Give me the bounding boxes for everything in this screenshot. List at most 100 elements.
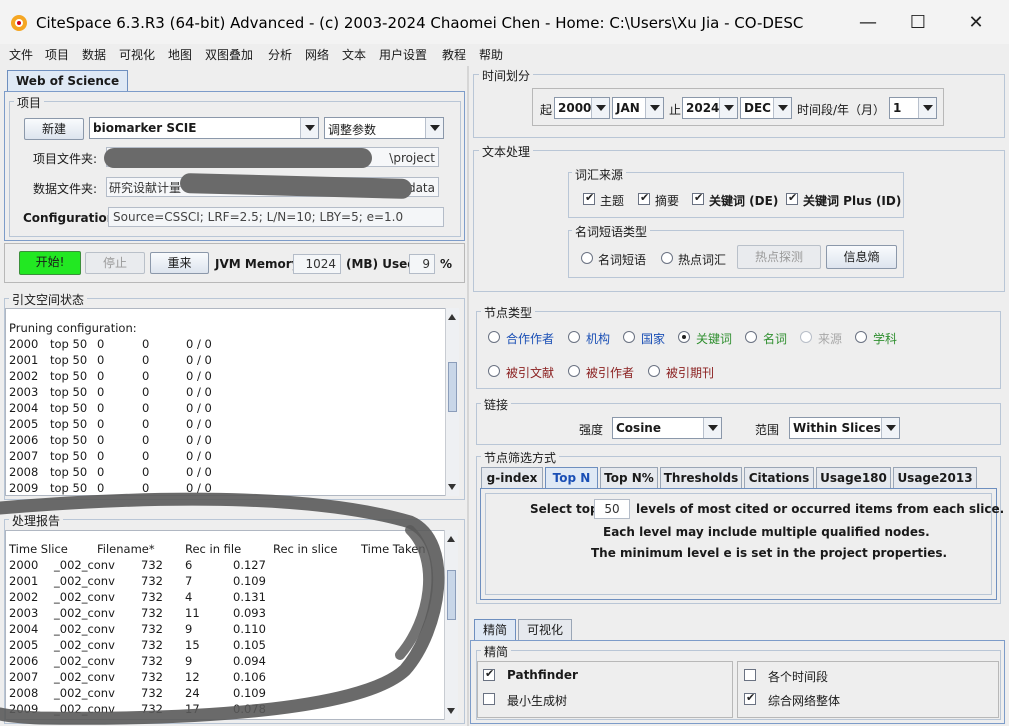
menu-dual-overlay[interactable]: 双图叠加 bbox=[205, 46, 253, 63]
hot-term-radio[interactable] bbox=[661, 252, 673, 264]
time-slicing-title: 时间划分 bbox=[479, 67, 534, 84]
scroll-up-icon[interactable] bbox=[447, 536, 455, 542]
vertical-splitter[interactable] bbox=[467, 66, 469, 726]
selection-tab[interactable]: Usage180 bbox=[816, 467, 891, 489]
term-source-checkbox[interactable] bbox=[786, 191, 798, 205]
reset-button[interactable]: 重来 bbox=[150, 252, 209, 274]
selection-tab[interactable]: Thresholds bbox=[660, 467, 742, 489]
tune-params-select[interactable]: 调整参数 bbox=[324, 117, 444, 139]
menu-data[interactable]: 数据 bbox=[82, 46, 106, 63]
tab-visualization[interactable]: 可视化 bbox=[518, 619, 573, 641]
node-type-radio[interactable] bbox=[488, 365, 500, 377]
pruning-log[interactable]: Pruning configuration: 2000 top 50 0 0 0 / 0… bbox=[5, 308, 450, 496]
node-type-radio[interactable] bbox=[648, 365, 660, 377]
node-type-radio[interactable] bbox=[488, 331, 500, 343]
menu-visualize[interactable]: 可视化 bbox=[119, 46, 155, 63]
pruning-cell: 0 bbox=[142, 465, 150, 479]
configuration-field[interactable]: Source=CSSCI; LRF=2.5; L/N=10; LBY=5; e=… bbox=[108, 207, 444, 227]
term-source-checkbox[interactable] bbox=[583, 191, 595, 205]
term-source-checkbox[interactable] bbox=[692, 191, 704, 205]
pruning-cell: 0 bbox=[97, 337, 105, 351]
strength-select[interactable]: Cosine bbox=[612, 417, 722, 439]
close-button[interactable]: ✕ bbox=[956, 10, 996, 36]
processing-report-log[interactable]: Time Slice Filename* Rec in file Rec in … bbox=[5, 530, 447, 720]
chevron-down-icon bbox=[300, 118, 318, 138]
select-top-input[interactable]: 50 bbox=[594, 499, 630, 519]
menu-user-settings[interactable]: 用户设置 bbox=[379, 46, 427, 63]
node-type-label: 被引期刊 bbox=[666, 366, 715, 380]
report-cell: 2006 bbox=[9, 654, 39, 668]
new-project-button[interactable]: 新建 bbox=[24, 118, 84, 140]
report-log-scrollbar[interactable] bbox=[444, 530, 458, 720]
menu-file[interactable]: 文件 bbox=[9, 46, 33, 63]
scroll-thumb[interactable] bbox=[448, 362, 457, 412]
pruning-cell: 0 bbox=[97, 433, 105, 447]
scroll-down-icon[interactable] bbox=[447, 708, 455, 714]
scroll-up-icon[interactable] bbox=[448, 314, 456, 320]
pathfinder-label: Pathfinder bbox=[507, 668, 578, 682]
from-year-select[interactable]: 2000 bbox=[554, 97, 610, 119]
scroll-thumb[interactable] bbox=[447, 570, 456, 620]
pruning-cell: 0 bbox=[97, 465, 105, 479]
slice-length-select[interactable]: 1 bbox=[889, 97, 937, 119]
merged-network-checkbox[interactable] bbox=[744, 691, 756, 705]
menu-map[interactable]: 地图 bbox=[168, 46, 192, 63]
per-slice-checkbox[interactable] bbox=[744, 669, 756, 681]
chevron-down-icon bbox=[703, 418, 721, 438]
mst-checkbox[interactable] bbox=[483, 693, 495, 705]
pathfinder-checkbox[interactable] bbox=[483, 667, 495, 681]
term-source-checkbox[interactable] bbox=[638, 191, 650, 205]
report-cell: 0.106 bbox=[233, 670, 266, 684]
menu-text[interactable]: 文本 bbox=[342, 46, 366, 63]
stop-button[interactable]: 停止 bbox=[85, 252, 145, 274]
tab-pruning[interactable]: 精简 bbox=[474, 619, 517, 641]
selection-tab[interactable]: Usage2013 bbox=[893, 467, 977, 489]
term-source-title: 词汇来源 bbox=[572, 166, 627, 183]
percent-label: % bbox=[440, 257, 453, 271]
start-button[interactable]: 开始! bbox=[19, 251, 81, 275]
pruning-log-scrollbar[interactable] bbox=[445, 308, 459, 496]
entropy-button[interactable]: 信息熵 bbox=[826, 245, 897, 269]
from-month-select[interactable]: JAN bbox=[612, 97, 664, 119]
node-type-radio[interactable] bbox=[678, 331, 690, 343]
pruning-cell: 2004 bbox=[9, 401, 39, 415]
report-cell: 2000 bbox=[9, 558, 39, 572]
noun-phrase-radio[interactable] bbox=[581, 252, 593, 264]
burst-detect-button[interactable]: 热点探测 bbox=[737, 245, 821, 269]
pruning-cell: top 50 bbox=[50, 449, 88, 463]
menu-help[interactable]: 帮助 bbox=[479, 46, 503, 63]
report-cell: 9 bbox=[185, 654, 193, 668]
scope-select[interactable]: Within Slices bbox=[789, 417, 900, 439]
report-cell: 2001 bbox=[9, 574, 39, 588]
menu-network[interactable]: 网络 bbox=[305, 46, 329, 63]
selection-tab[interactable]: Top N% bbox=[600, 467, 658, 489]
selection-tab[interactable]: g-index bbox=[481, 467, 543, 489]
project-select[interactable]: biomarker SCIE bbox=[89, 117, 319, 139]
table-row: 2009 _002_conv 732 17 0.078 bbox=[9, 701, 446, 717]
to-month-select[interactable]: DEC bbox=[740, 97, 792, 119]
list-item: 2002 top 50 0 0 0 / 0 bbox=[9, 368, 449, 384]
pruning-cell: 0 / 0 bbox=[186, 385, 212, 399]
menu-project[interactable]: 项目 bbox=[45, 46, 69, 63]
node-type-radio[interactable] bbox=[623, 331, 635, 343]
pruning-cell: 2000 bbox=[9, 337, 39, 351]
selection-tab[interactable]: Citations bbox=[744, 467, 814, 489]
tab-web-of-science[interactable]: Web of Science bbox=[7, 70, 129, 92]
node-type-radio[interactable] bbox=[855, 331, 867, 343]
noun-phrase-title: 名词短语类型 bbox=[572, 223, 651, 240]
menu-tutorial[interactable]: 教程 bbox=[442, 46, 466, 63]
maximize-button[interactable]: ☐ bbox=[898, 10, 938, 36]
scroll-down-icon[interactable] bbox=[448, 484, 456, 490]
pruning-cell: 0 / 0 bbox=[186, 433, 212, 447]
table-row: 2001 _002_conv 732 7 0.109 bbox=[9, 573, 446, 589]
selection-tab[interactable]: Top N bbox=[545, 467, 598, 489]
menu-analysis[interactable]: 分析 bbox=[268, 46, 292, 63]
minimize-button[interactable]: — bbox=[848, 10, 888, 36]
node-type-radio[interactable] bbox=[800, 331, 812, 343]
report-cell: 2002 bbox=[9, 590, 39, 604]
node-type-radio[interactable] bbox=[568, 365, 580, 377]
node-type-radio[interactable] bbox=[745, 331, 757, 343]
node-type-radio[interactable] bbox=[568, 331, 580, 343]
to-year-select[interactable]: 2024 bbox=[682, 97, 738, 119]
node-type-label: 被引作者 bbox=[586, 366, 635, 380]
